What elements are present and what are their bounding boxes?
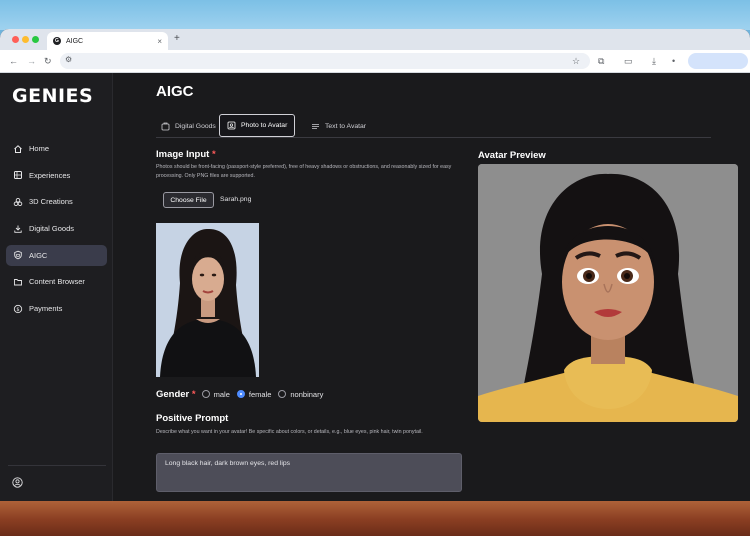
sidebar-item-experiences[interactable]: Experiences bbox=[6, 165, 107, 186]
image-input-label: Image Input bbox=[156, 149, 210, 160]
sidebar-item-3d-creations[interactable]: 3D Creations bbox=[6, 191, 107, 212]
bookmark-star-icon[interactable]: ☆ bbox=[572, 55, 580, 67]
address-bar[interactable]: ⚙ bbox=[60, 53, 590, 69]
minimize-window-button[interactable] bbox=[22, 36, 29, 43]
digital-goods-tab-icon bbox=[161, 122, 170, 131]
user-account-icon[interactable] bbox=[12, 475, 23, 493]
reload-icon[interactable]: ↻ bbox=[44, 55, 52, 67]
gender-option-label[interactable]: male bbox=[214, 390, 230, 399]
sidebar-item-content-browser[interactable]: Content Browser bbox=[6, 271, 107, 292]
sidebar-item-label: Content Browser bbox=[29, 277, 85, 287]
sidebar-nav: Home Experiences 3D Creations Digital Go… bbox=[6, 138, 107, 325]
gender-field: Gender * male female nonbinary bbox=[156, 387, 330, 401]
genies-favicon-icon: G bbox=[53, 37, 61, 45]
gender-radio-nonbinary[interactable] bbox=[278, 390, 287, 398]
sidebar-item-label: Payments bbox=[29, 304, 63, 314]
desktop-sky bbox=[0, 0, 750, 30]
download-icon bbox=[13, 224, 23, 234]
profile-icon[interactable]: • bbox=[672, 55, 675, 67]
gender-label: Gender bbox=[156, 388, 190, 400]
gender-heading: Gender * bbox=[156, 389, 196, 400]
photo-tab-icon bbox=[227, 121, 236, 130]
back-icon[interactable]: ← bbox=[9, 55, 18, 67]
required-mark: * bbox=[211, 149, 216, 160]
browser-toolbar: ← → ↻ ⚙ ☆ ⧉ ▭ ⤓ • bbox=[0, 50, 750, 73]
forward-icon[interactable]: → bbox=[27, 55, 36, 67]
page-title: AIGC bbox=[156, 83, 194, 100]
genies-app: GENIES Home Experiences 3D Creations Dig… bbox=[0, 73, 750, 501]
positive-prompt-input[interactable]: Long black hair, dark brown eyes, red li… bbox=[156, 453, 462, 492]
site-settings-icon[interactable]: ⚙ bbox=[65, 55, 72, 64]
sidebar: GENIES Home Experiences 3D Creations Dig… bbox=[0, 73, 113, 501]
sidebar-divider bbox=[8, 465, 106, 466]
sidebar-item-aigc[interactable]: AIGC bbox=[6, 244, 107, 266]
profile-pill[interactable] bbox=[688, 53, 748, 69]
tab-text-to-avatar[interactable]: Text to Avatar bbox=[311, 114, 366, 138]
maximize-window-button[interactable] bbox=[32, 36, 39, 43]
close-window-button[interactable] bbox=[12, 36, 19, 43]
choose-file-button[interactable]: Choose File bbox=[163, 192, 214, 208]
desktop-ground bbox=[0, 500, 750, 536]
folder-icon bbox=[13, 277, 23, 287]
svg-text:$: $ bbox=[16, 306, 19, 312]
tab-photo-to-avatar[interactable]: Photo to Avatar bbox=[219, 114, 296, 137]
generator-tabs: Digital Goods Photo to Avatar Text to Av… bbox=[156, 114, 711, 138]
extensions-icon[interactable]: ⧉ bbox=[598, 55, 604, 67]
sidebar-item-label: Digital Goods bbox=[29, 224, 75, 234]
home-icon bbox=[13, 144, 23, 154]
sidebar-item-payments[interactable]: $ Payments bbox=[6, 298, 107, 319]
dollar-icon: $ bbox=[13, 304, 23, 314]
uploaded-photo bbox=[156, 223, 259, 377]
experiences-icon bbox=[13, 170, 23, 180]
cubes-icon bbox=[13, 197, 23, 207]
required-mark: * bbox=[191, 388, 196, 400]
gender-radio-female[interactable] bbox=[236, 390, 245, 398]
text-lines-icon bbox=[311, 122, 320, 131]
avatar-preview-heading: Avatar Preview bbox=[478, 150, 546, 161]
tab-close-icon[interactable]: × bbox=[157, 37, 162, 46]
image-input-heading: Image Input * bbox=[156, 149, 216, 160]
sidebar-item-home[interactable]: Home bbox=[6, 138, 107, 159]
tab-label: Photo to Avatar bbox=[241, 122, 288, 129]
tab-label: Text to Avatar bbox=[325, 122, 367, 130]
sidebar-item-label: Home bbox=[29, 144, 50, 153]
new-tab-button[interactable]: + bbox=[174, 33, 180, 44]
sidebar-item-label: Experiences bbox=[29, 170, 71, 180]
shield-icon bbox=[13, 250, 23, 260]
sidebar-item-label: AIGC bbox=[29, 250, 48, 260]
downloads-icon[interactable]: ⤓ bbox=[652, 55, 656, 67]
tab-digital-goods[interactable]: Digital Goods bbox=[161, 114, 216, 138]
cast-icon[interactable]: ▭ bbox=[624, 55, 633, 67]
gender-option-label[interactable]: female bbox=[249, 390, 272, 399]
browser-tab[interactable]: G AIGC × bbox=[47, 32, 168, 50]
avatar-preview-image bbox=[478, 164, 738, 422]
positive-prompt-hint: Describe what you want in your avatar! B… bbox=[156, 429, 423, 435]
sidebar-item-label: 3D Creations bbox=[29, 197, 73, 207]
positive-prompt-heading: Positive Prompt bbox=[156, 413, 229, 424]
image-input-hint: Photos should be front-facing (passport-… bbox=[156, 164, 452, 179]
browser-window: G AIGC × + ← → ↻ ⚙ ☆ ⧉ ▭ ⤓ • GENIES Home… bbox=[0, 29, 750, 501]
tab-label: Digital Goods bbox=[175, 122, 216, 130]
gender-radio-male[interactable] bbox=[201, 390, 210, 398]
gender-option-label[interactable]: nonbinary bbox=[290, 390, 323, 399]
genies-logo[interactable]: GENIES bbox=[12, 85, 93, 107]
main-content: AIGC Digital Goods Photo to Avatar Text … bbox=[113, 73, 750, 501]
tab-title: AIGC bbox=[66, 37, 84, 45]
tab-strip: G AIGC × + bbox=[0, 29, 750, 50]
selected-file-name: Sarah.png bbox=[220, 196, 252, 203]
sidebar-item-digital-goods[interactable]: Digital Goods bbox=[6, 218, 107, 239]
